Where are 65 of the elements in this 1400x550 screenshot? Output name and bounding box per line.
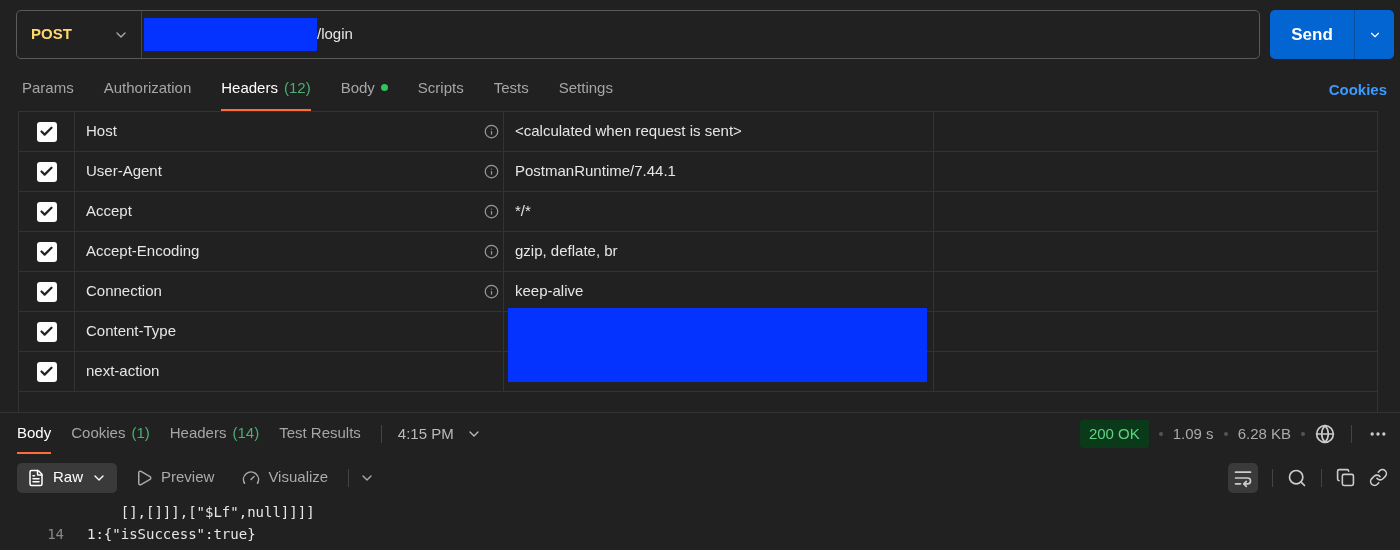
method-select[interactable]: POST [17,23,141,46]
checkbox[interactable] [36,281,57,302]
copy-icon[interactable] [1336,468,1355,487]
request-tab[interactable]: Params [22,76,74,111]
url-text: /login [317,24,353,45]
link-icon[interactable] [1369,468,1388,487]
response-tab[interactable]: Body [17,414,52,454]
info-icon [484,124,499,139]
header-key: User-Agent [86,160,162,183]
history-dropdown[interactable]: 4:15 PM [397,422,482,446]
info-icon [484,284,499,299]
send-button[interactable]: Send [1270,10,1354,59]
info-icon [484,204,499,219]
check-icon [39,164,54,179]
response-size: 6.28 KB [1237,423,1291,444]
response-tab[interactable]: Test Results [279,414,361,454]
code-line: [],[]]],["$Lf",null]]]] [119,502,315,522]
code-line: 1:{"isSuccess":true} [87,524,256,544]
header-value: <calculated when request is sent> [515,121,742,142]
response-tab[interactable]: Headers (14) [169,414,260,454]
header-value: PostmanRuntime/7.44.1 [515,161,676,182]
checkbox[interactable] [36,361,57,382]
header-key: next-action [86,360,160,383]
response-time: 1.09 s [1172,423,1214,444]
header-key: Host [86,120,117,143]
request-tab[interactable]: Tests [493,76,529,111]
check-icon [39,204,54,219]
checkbox[interactable] [36,201,57,222]
header-key: Connection [86,280,162,303]
check-icon [39,244,54,259]
header-value: keep-alive [515,281,584,302]
check-icon [39,324,54,339]
header-key: Accept [86,200,132,223]
response-tab[interactable]: Cookies (1) [71,414,150,454]
request-tab[interactable]: Scripts [417,76,464,111]
cookies-link[interactable]: Cookies [1328,78,1387,111]
checkbox[interactable] [36,241,57,262]
header-value: gzip, deflate, br [515,241,618,262]
view-icon [27,468,45,487]
request-tab[interactable]: Body [340,76,388,111]
request-tab[interactable]: Headers (12) [221,76,311,111]
check-icon [39,284,54,299]
globe-icon[interactable] [1315,424,1335,444]
view-button[interactable]: Visualize [232,462,339,493]
view-icon [135,468,153,487]
view-icon [242,468,261,487]
view-button[interactable]: Raw [17,462,117,493]
checkbox[interactable] [36,121,57,142]
info-icon [484,164,499,179]
header-value: */* [515,201,531,222]
view-button[interactable]: Preview [125,462,225,493]
request-tab[interactable]: Authorization [103,76,192,111]
status-badge: 200 OK [1079,419,1149,449]
check-icon [39,124,54,139]
line-number: 14 [46,524,65,544]
search-icon[interactable] [1287,467,1307,488]
url-field[interactable]: /login [141,11,1259,58]
request-tab[interactable]: Settings [558,76,613,111]
header-key: Content-Type [86,320,177,343]
wrap-button[interactable] [1228,462,1258,493]
info-icon [484,244,499,259]
header-key: Accept-Encoding [86,240,200,263]
checkbox[interactable] [36,321,57,342]
checkbox[interactable] [36,161,57,182]
check-icon [39,364,54,379]
